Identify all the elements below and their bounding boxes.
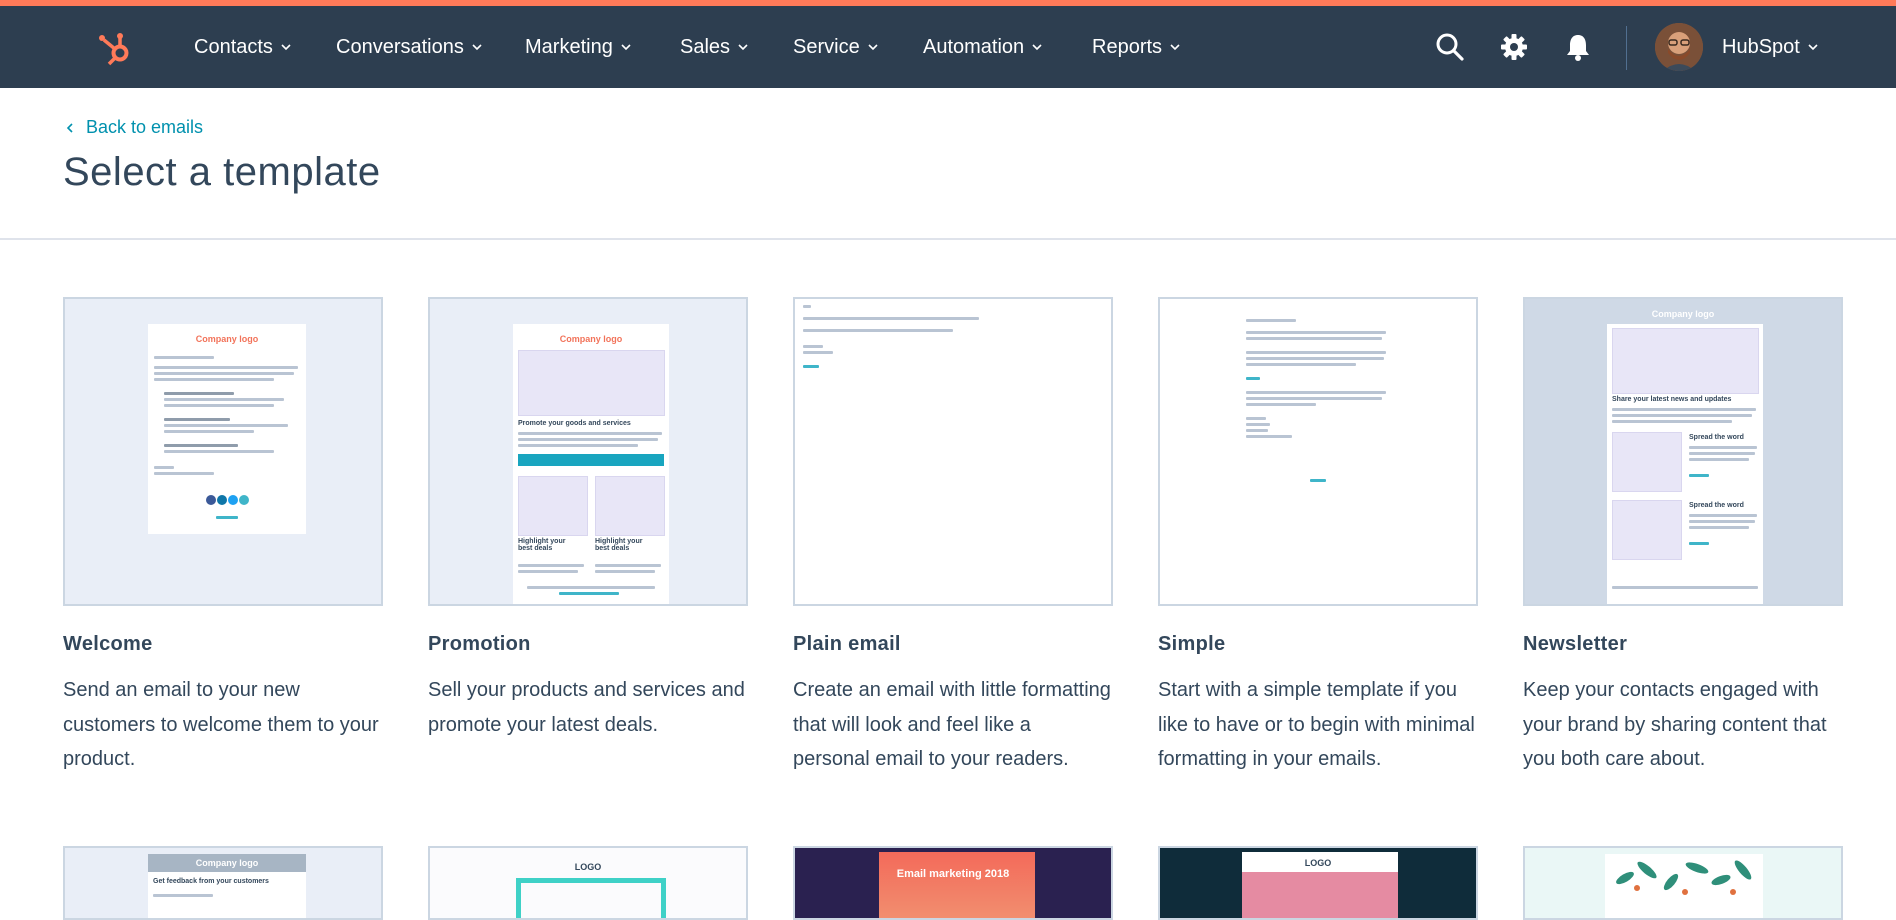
nav-item-conversations[interactable]: Conversations: [336, 6, 483, 88]
thumbnail-heading: Share your latest news and updates: [1612, 396, 1732, 403]
template-name: Plain email: [793, 633, 901, 655]
nav-item-label: Sales: [680, 35, 731, 58]
thumbnail-logo-text: Company logo: [195, 334, 259, 344]
template-name: Promotion: [428, 633, 531, 655]
leaf-pattern-icon: [1605, 854, 1763, 918]
nav-item-label: Marketing: [525, 35, 613, 58]
search-icon[interactable]: [1434, 31, 1466, 63]
template-thumbnail[interactable]: [1158, 297, 1478, 606]
template-thumbnail[interactable]: Company logo: [63, 297, 383, 606]
template-name: Welcome: [63, 633, 153, 655]
thumbnail-heading: Email marketing 2018: [896, 868, 1010, 880]
nav-item-service[interactable]: Service: [793, 6, 879, 88]
chevron-down-icon: [621, 44, 631, 51]
chevron-down-icon: [1808, 44, 1818, 51]
nav-item-label: Contacts: [194, 35, 273, 58]
thumbnail-logo-text: LOGO: [574, 862, 602, 872]
template-description: Start with a simple template if you like…: [1158, 679, 1475, 770]
template-description: Send an email to your new customers to w…: [63, 679, 379, 770]
hubspot-logo-icon[interactable]: [96, 28, 136, 68]
gear-icon[interactable]: [1498, 31, 1530, 63]
nav-item-label: Conversations: [336, 35, 464, 58]
template-thumbnail[interactable]: [793, 297, 1113, 606]
thumbnail-logo-text: Company logo: [559, 334, 623, 344]
bell-icon[interactable]: [1562, 31, 1594, 63]
template-name: Newsletter: [1523, 633, 1628, 655]
template-description: Create an email with little formatting t…: [793, 679, 1111, 770]
nav-divider: [1626, 26, 1627, 70]
chevron-down-icon: [1170, 44, 1180, 51]
back-link-label: Back to emails: [86, 117, 204, 137]
account-menu[interactable]: HubSpot: [1722, 6, 1819, 88]
header-divider: [0, 238, 1896, 240]
thumbnail-heading: Get feedback from your customers: [153, 878, 269, 885]
thumbnail-email-body: Share your latest news and updates Sprea…: [1607, 324, 1763, 604]
template-name: Simple: [1158, 633, 1226, 655]
page-title: Select a template: [63, 150, 381, 194]
chevron-down-icon: [472, 44, 482, 51]
top-navigation: Contacts Conversations Marketing Sales S…: [0, 6, 1896, 88]
chevron-down-icon: [868, 44, 878, 51]
thumbnail-subheading-b: Spread the word: [1689, 502, 1744, 509]
thumbnail-subheading-b: Highlight your best deals: [595, 538, 643, 552]
template-description: Sell your products and services and prom…: [428, 679, 745, 736]
chevron-down-icon: [281, 44, 291, 51]
thumbnail-logo-text: LOGO: [1304, 858, 1332, 868]
account-name: HubSpot: [1722, 35, 1800, 58]
avatar-photo-icon: [1655, 23, 1703, 71]
nav-item-label: Automation: [923, 35, 1025, 58]
nav-item-label: Reports: [1092, 35, 1163, 58]
nav-item-label: Service: [793, 35, 860, 58]
avatar[interactable]: [1655, 23, 1703, 71]
template-description: Keep your contacts engaged with your bra…: [1523, 679, 1827, 770]
thumbnail-email-body: Company logo: [148, 324, 306, 534]
nav-item-reports[interactable]: Reports: [1092, 6, 1181, 88]
nav-item-marketing[interactable]: Marketing: [525, 6, 632, 88]
nav-item-contacts[interactable]: Contacts: [194, 6, 292, 88]
thumbnail-logo-text: Company logo: [1651, 309, 1715, 319]
template-thumbnail[interactable]: Company logo Promote your goods and serv…: [428, 297, 748, 606]
chevron-left-icon: [66, 122, 73, 133]
thumbnail-logo-text: Company logo: [195, 858, 259, 868]
chevron-down-icon: [1032, 44, 1042, 51]
thumbnail-subheading-a: Highlight your best deals: [518, 538, 566, 552]
thumbnail-heading: Promote your goods and services: [518, 420, 631, 427]
nav-item-sales[interactable]: Sales: [680, 6, 749, 88]
back-to-emails-link[interactable]: Back to emails: [64, 117, 203, 138]
chevron-down-icon: [738, 44, 748, 51]
template-thumbnail[interactable]: Company logo Share your latest news and …: [1523, 297, 1843, 606]
nav-item-automation[interactable]: Automation: [923, 6, 1043, 88]
thumbnail-email-body: Company logo Promote your goods and serv…: [513, 324, 669, 604]
thumbnail-subheading-a: Spread the word: [1689, 434, 1744, 441]
